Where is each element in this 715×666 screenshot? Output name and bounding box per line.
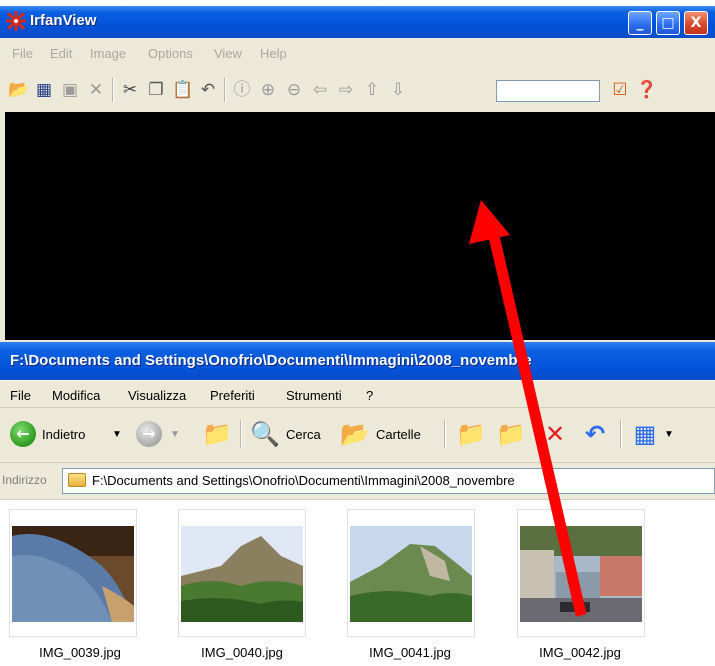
delete-icon[interactable]: ✕: [540, 419, 570, 449]
move-to-icon[interactable]: 📁: [456, 419, 486, 449]
menu-modifica[interactable]: Modifica: [52, 388, 100, 403]
zoom-out-icon[interactable]: ⊖: [284, 80, 304, 100]
up-folder-icon[interactable]: 📁: [202, 419, 232, 449]
copy-icon[interactable]: ❐: [146, 80, 166, 100]
delete-icon[interactable]: ✕: [86, 80, 106, 100]
thumbnail-img-0040[interactable]: [178, 509, 306, 637]
toolbar-separator: [620, 420, 622, 448]
thumbnail-img-0042[interactable]: [517, 509, 645, 637]
undo-icon[interactable]: ↶: [580, 419, 610, 449]
toolbar-separator: [224, 78, 226, 102]
menu-visualizza[interactable]: Visualizza: [128, 388, 186, 403]
search-icon[interactable]: 🔍: [250, 419, 280, 449]
address-value[interactable]: F:\Documents and Settings\Onofrio\Docume…: [92, 473, 515, 488]
image-canvas[interactable]: [5, 112, 715, 340]
menu-strumenti[interactable]: Strumenti: [286, 388, 342, 403]
help-icon[interactable]: ❓: [636, 80, 657, 100]
folder-icon: [68, 473, 86, 487]
checkbox-icon[interactable]: ☑: [610, 80, 630, 100]
views-dropdown-icon[interactable]: ▼: [664, 429, 674, 440]
irfanview-search-input[interactable]: [496, 80, 600, 102]
photo-thumbnail: [350, 526, 472, 622]
forward-arrow-icon[interactable]: →: [136, 421, 162, 447]
undo-icon[interactable]: ↶: [198, 80, 218, 100]
open-folder-icon[interactable]: 📂: [8, 80, 29, 100]
back-button[interactable]: Indietro: [42, 427, 85, 442]
views-icon[interactable]: ▦: [630, 419, 660, 449]
menu-view[interactable]: View: [214, 46, 242, 61]
menu-help[interactable]: Help: [260, 46, 287, 61]
folders-button[interactable]: Cartelle: [376, 427, 421, 442]
toolbar-separator: [112, 78, 114, 102]
previous-icon[interactable]: ⇦: [310, 80, 330, 100]
menu-preferiti[interactable]: Preferiti: [210, 388, 255, 403]
photo-thumbnail: [181, 526, 303, 622]
last-icon[interactable]: ⇩: [388, 80, 408, 100]
file-name[interactable]: IMG_0040.jpg: [162, 645, 322, 660]
explorer-menubar: [0, 381, 715, 408]
toolbar-separator: [240, 420, 242, 448]
file-name[interactable]: IMG_0042.jpg: [500, 645, 660, 660]
forward-dropdown-icon[interactable]: ▼: [170, 429, 180, 440]
address-label: Indirizzo: [2, 473, 47, 487]
next-icon[interactable]: ⇨: [336, 80, 356, 100]
copy-to-icon[interactable]: 📁: [496, 419, 526, 449]
minimize-button[interactable]: _: [628, 11, 652, 35]
explorer-title: F:\Documents and Settings\Onofrio\Docume…: [10, 352, 532, 369]
zoom-in-icon[interactable]: ⊕: [258, 80, 278, 100]
thumbnail-img-0039[interactable]: [9, 509, 137, 637]
folders-icon[interactable]: 📂: [340, 419, 370, 449]
search-button[interactable]: Cerca: [286, 427, 321, 442]
menu-file[interactable]: File: [10, 388, 31, 403]
info-icon[interactable]: ⓘ: [232, 80, 252, 100]
irfanview-titlebar[interactable]: [0, 6, 715, 38]
file-name[interactable]: IMG_0041.jpg: [330, 645, 490, 660]
menu-question[interactable]: ?: [366, 388, 373, 403]
toolbar-separator: [444, 420, 446, 448]
menu-options[interactable]: Options: [148, 46, 193, 61]
irfanview-toolbar: [0, 70, 715, 112]
menu-edit[interactable]: Edit: [50, 46, 72, 61]
save-icon[interactable]: ▣: [60, 80, 80, 100]
paste-icon[interactable]: 📋: [172, 80, 193, 100]
photo-thumbnail: [520, 526, 642, 622]
first-icon[interactable]: ⇧: [362, 80, 382, 100]
photo-thumbnail: [12, 526, 134, 622]
maximize-button[interactable]: □: [656, 11, 680, 35]
file-name[interactable]: IMG_0039.jpg: [0, 645, 160, 660]
irfanview-title: IrfanView: [30, 12, 97, 29]
back-arrow-icon[interactable]: ←: [10, 421, 36, 447]
irfanview-logo-icon: [5, 10, 27, 32]
cut-icon[interactable]: ✂: [120, 80, 140, 100]
thumbnail-img-0041[interactable]: [347, 509, 475, 637]
slideshow-icon[interactable]: ▦: [34, 80, 54, 100]
menu-file[interactable]: File: [12, 46, 33, 61]
close-button[interactable]: X: [684, 11, 708, 35]
menu-image[interactable]: Image: [90, 46, 126, 61]
back-dropdown-icon[interactable]: ▼: [112, 429, 122, 440]
